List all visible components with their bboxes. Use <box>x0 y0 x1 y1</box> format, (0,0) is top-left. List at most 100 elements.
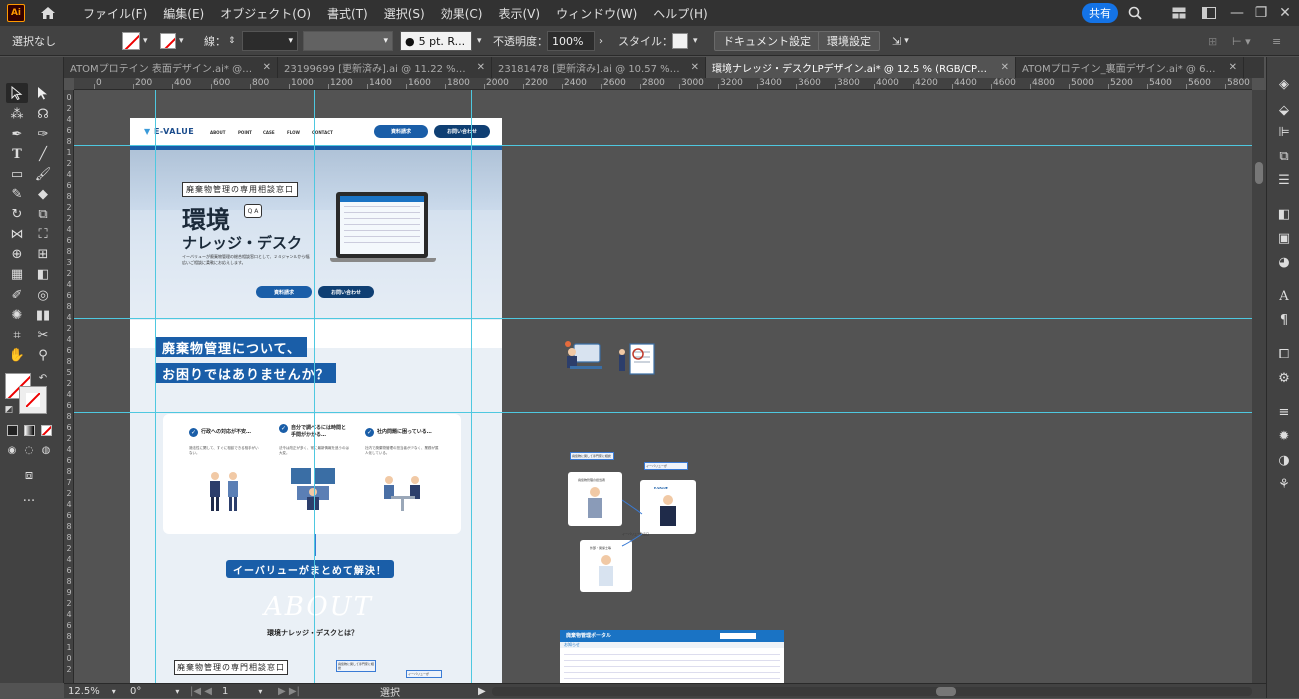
scroll-thumb[interactable] <box>1255 162 1263 184</box>
horizontal-scrollbar[interactable] <box>492 687 1252 696</box>
type-tool-icon[interactable]: T <box>6 144 28 164</box>
guide-horizontal[interactable] <box>74 145 1252 146</box>
guide-vertical[interactable] <box>471 90 472 683</box>
shape-builder-icon[interactable]: ⊕ <box>6 244 28 264</box>
rotation-field[interactable]: 0° ▾ <box>130 685 179 698</box>
menu-help[interactable]: ヘルプ(H) <box>645 5 715 22</box>
edit-toolbar-icon[interactable]: ··· <box>18 491 40 511</box>
opacity-field[interactable]: 100% › <box>547 31 603 51</box>
tab-doc-1[interactable]: ATOMプロテイン 表面デザイン.ai* @ 33.33 % ✕ <box>64 57 278 78</box>
laptop-person-illustration[interactable] <box>562 338 606 378</box>
slice-tool-icon[interactable]: ✂ <box>32 325 54 345</box>
direct-selection-tool-icon[interactable] <box>32 83 54 103</box>
guide-vertical[interactable] <box>314 90 315 683</box>
hand-tool-icon[interactable]: ✋ <box>6 345 28 365</box>
eyedropper-icon[interactable]: ✐ <box>6 285 28 305</box>
close-icon[interactable]: ✕ <box>1001 62 1009 73</box>
tab-doc-3[interactable]: 23181478 [更新済み].ai @ 10.57 % (RGB/... ✕ <box>492 57 706 78</box>
arrange-documents-icon[interactable] <box>1168 2 1190 24</box>
magic-wand-icon[interactable]: ⁂ <box>6 104 28 124</box>
transparency-icon[interactable]: ◧ <box>1275 205 1293 223</box>
vertical-scrollbar[interactable] <box>1252 90 1266 683</box>
menu-file[interactable]: ファイル(F) <box>75 5 155 22</box>
menu-effect[interactable]: 効果(C) <box>433 5 491 22</box>
mesh-tool-icon[interactable]: ▦ <box>6 264 28 284</box>
portal-screenshot[interactable]: 廃棄物管理ポータル お知らせ <box>560 630 784 683</box>
swap-fill-stroke-icon[interactable]: ↶ <box>36 371 50 385</box>
artboard-tool-icon[interactable]: ⌗ <box>6 325 28 345</box>
curvature-tool-icon[interactable]: ✑ <box>32 124 54 144</box>
close-icon[interactable]: ✕ <box>263 62 271 73</box>
color-guide-icon[interactable]: ◕ <box>1275 253 1293 271</box>
tab-doc-2[interactable]: 23199699 [更新済み].ai @ 11.22 % (RGB/... ✕ <box>278 57 492 78</box>
style-swatch[interactable]: ▾ <box>672 31 698 51</box>
vertical-ruler[interactable]: 0 2 4 6 8 1 2 4 6 8 2 2 4 6 8 3 2 4 6 8 4 2 4 6 8 5 2 4 6 8 6 2 4 6 8 7 2 4 6 8… <box>64 90 74 683</box>
width-tool-icon[interactable]: ⋈ <box>6 224 28 244</box>
artboard-next-icon[interactable]: ▶ ▶| <box>278 685 300 698</box>
symbols-icon[interactable]: ◑ <box>1275 451 1293 469</box>
stroke-swatch[interactable]: ▾ <box>160 31 184 51</box>
brushes-icon[interactable]: ✹ <box>1275 427 1293 445</box>
free-transform-icon[interactable]: ⛶ <box>32 224 54 244</box>
stroke-weight-stepper[interactable]: ⇕ <box>228 31 236 51</box>
hero-contact-button[interactable]: お問い合わせ <box>318 286 374 298</box>
line-tool-icon[interactable]: ╱ <box>32 144 54 164</box>
preferences-button[interactable]: 環境設定 <box>818 31 880 51</box>
zoom-field[interactable]: 12.5% ▾ <box>68 685 116 698</box>
close-icon[interactable]: ✕ <box>477 62 485 73</box>
zoom-tool-icon[interactable]: ⚲ <box>32 345 54 365</box>
color-mode-icon[interactable] <box>5 423 19 437</box>
blend-tool-icon[interactable]: ◎ <box>32 285 54 305</box>
horizontal-ruler[interactable]: 0 200 400 600 800 1000 1200 1400 1600 1800 2000 220… <box>74 78 1252 90</box>
minimize-icon[interactable]: — <box>1226 2 1248 24</box>
default-colors-icon[interactable]: ◩ <box>2 403 16 417</box>
workspace-icon[interactable] <box>1198 2 1220 24</box>
guide-horizontal[interactable] <box>74 318 1252 319</box>
image-trace-icon[interactable]: ▣ <box>1275 229 1293 247</box>
tab-doc-4[interactable]: 環境ナレッジ・デスクLPデザイン.ai* @ 12.5 % (RGB/CPU プ… <box>706 57 1016 78</box>
align-panel-icon[interactable]: ⊫ <box>1275 123 1293 141</box>
menu-edit[interactable]: 編集(E) <box>155 5 212 22</box>
close-icon[interactable]: ✕ <box>1229 62 1237 73</box>
stroke-panel-icon[interactable]: ≡ <box>1275 403 1293 421</box>
relationship-diagram[interactable]: 廃棄物に関して専門家に相談 イーバリューが 廃棄物管理の担当者 E-VALUE … <box>564 448 700 594</box>
lasso-icon[interactable]: ☊ <box>32 104 54 124</box>
close-icon[interactable]: ✕ <box>1274 2 1296 24</box>
rotate-tool-icon[interactable]: ↻ <box>6 204 28 224</box>
screen-mode-icon[interactable]: ⧈ <box>18 465 40 485</box>
document-setup-label[interactable]: ドキュメント設定 <box>714 31 820 51</box>
lp-nav-item[interactable]: CASE <box>263 130 275 135</box>
document-person-illustration[interactable] <box>614 340 660 382</box>
zoom-value[interactable]: 12.5% <box>68 686 100 697</box>
home-icon[interactable] <box>37 2 59 24</box>
lp-contact-button[interactable]: お問い合わせ <box>434 125 490 138</box>
rotation-value[interactable]: 0° <box>130 686 141 697</box>
guide-horizontal[interactable] <box>74 412 1252 413</box>
menu-select[interactable]: 選択(S) <box>376 5 433 22</box>
artboard-value[interactable]: 1 <box>222 686 228 697</box>
artboards-icon[interactable]: ⧠ <box>1275 345 1293 363</box>
panel-menu-icon[interactable]: ≡ <box>1272 31 1281 51</box>
properties-icon[interactable]: ☰ <box>1275 171 1293 189</box>
lp-nav-item[interactable]: POINT <box>238 130 252 135</box>
none-mode-icon[interactable] <box>39 423 53 437</box>
eraser-icon[interactable]: ◆ <box>32 184 54 204</box>
lp-nav-item[interactable]: FLOW <box>287 130 300 135</box>
character-icon[interactable]: A <box>1275 287 1293 305</box>
tab-doc-5[interactable]: ATOMプロテイン_裏面デザイン.ai* @ 66.67 ... ✕ <box>1016 57 1244 78</box>
draw-behind-icon[interactable]: ◌ <box>22 443 36 457</box>
align-icon[interactable]: ⊞ <box>1208 31 1217 51</box>
guide-vertical[interactable] <box>155 90 156 683</box>
hero-docs-button[interactable]: 資料請求 <box>256 286 312 298</box>
gradient-mode-icon[interactable] <box>22 423 36 437</box>
share-button[interactable]: 共有 <box>1082 3 1118 23</box>
canvas[interactable]: ▼ E-VALUE ABOUT POINT CASE FLOW CONTACT … <box>74 90 1252 683</box>
document-setup-button[interactable]: ドキュメント設定 <box>714 31 820 51</box>
menu-object[interactable]: オブジェクト(O) <box>212 5 319 22</box>
selection-tool-icon[interactable] <box>6 83 28 103</box>
paintbrush-icon[interactable]: 🖌 <box>32 164 54 184</box>
appearance-icon[interactable]: ⚙ <box>1275 369 1293 387</box>
shaper-tool-icon[interactable]: ✎ <box>6 184 28 204</box>
status-menu-icon[interactable]: ▶ <box>478 685 486 698</box>
opacity-label[interactable]: 不透明度： <box>493 31 548 51</box>
